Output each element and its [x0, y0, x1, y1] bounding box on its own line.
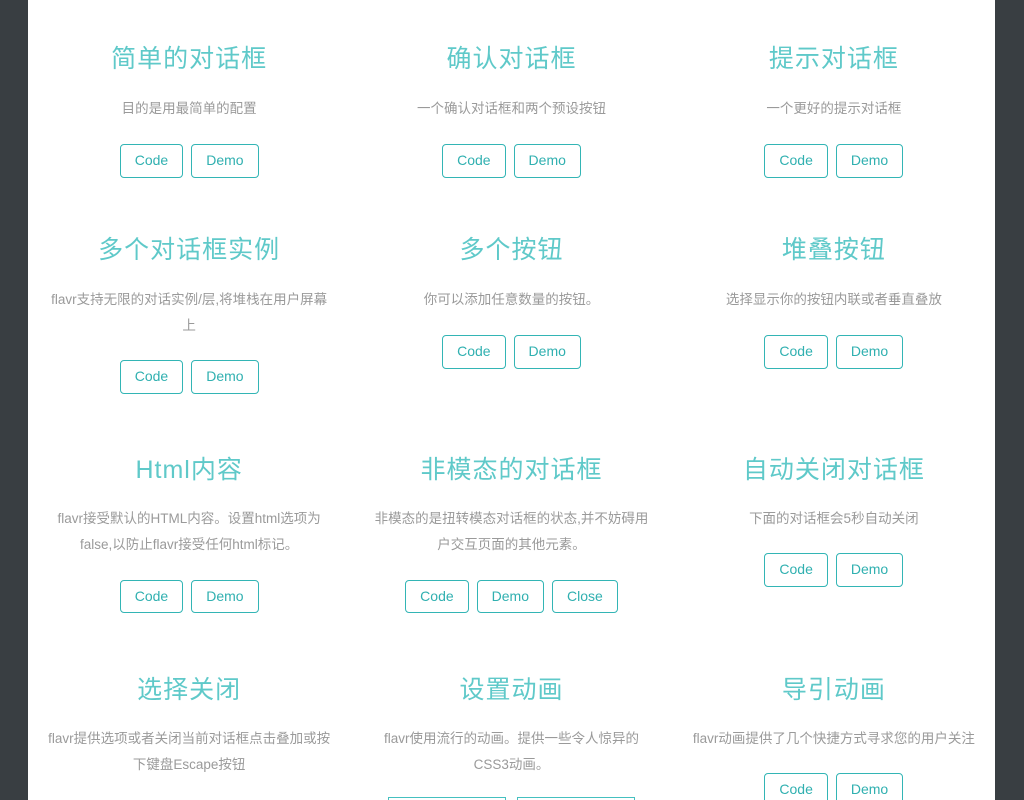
feature-card-set-animation: 设置动画 flavr使用流行的动画。提供一些令人惊异的CSS3动画。 bounc…	[350, 613, 672, 800]
feature-card-non-modal-dialog: 非模态的对话框 非模态的是扭转模态对话框的状态,并不妨碍用户交互页面的其他元素。…	[350, 394, 672, 614]
feature-row-2: 多个对话框实例 flavr支持无限的对话实例/层,将堆栈在用户屏幕上 Code …	[28, 178, 995, 394]
card-title: 选择关闭	[137, 676, 242, 705]
card-description: 选择显示你的按钮内联或者垂直叠放	[725, 291, 942, 307]
card-button-group: Code Demo	[687, 335, 981, 369]
card-description: 下面的对话框会5秒自动关闭	[749, 510, 919, 526]
feature-row-3: Html内容 flavr接受默认的HTML内容。设置html选项为false,以…	[28, 394, 995, 614]
demo-button[interactable]: Demo	[191, 360, 259, 394]
card-title: 非模态的对话框	[420, 455, 603, 484]
feature-card-guide-animation: 导引动画 flavr动画提供了几个快捷方式寻求您的用户关注 Code Demo	[673, 613, 995, 800]
demo-button[interactable]: Demo	[476, 579, 544, 614]
card-title: 多个对话框实例	[98, 235, 281, 264]
demo-button[interactable]: Demo	[835, 553, 904, 587]
feature-row-4: 选择关闭 flavr提供选项或者关闭当前对话框点击叠加或按下键盘Escape按钮…	[28, 613, 995, 800]
card-description: 一个确认对话框和两个预设按钮	[416, 101, 606, 116]
close-button[interactable]: Close	[552, 579, 618, 614]
feature-card-confirm-dialog: 确认对话框 一个确认对话框和两个预设按钮 Code Demo	[350, 0, 672, 178]
card-title: 堆叠按钮	[781, 235, 886, 264]
card-button-group: Code Demo Close	[364, 579, 658, 614]
card-description: 一个更好的提示对话框	[766, 101, 902, 116]
code-button[interactable]: Code	[119, 144, 184, 178]
demo-button[interactable]: Demo	[191, 579, 259, 614]
feature-card-stacked-buttons: 堆叠按钮 选择显示你的按钮内联或者垂直叠放 Code Demo	[673, 178, 995, 394]
demo-button[interactable]: Demo	[835, 773, 904, 800]
demo-button[interactable]: Demo	[835, 335, 904, 369]
card-description: 目的是用最简单的配置	[121, 101, 257, 116]
card-title: 简单的对话框	[111, 45, 268, 73]
card-title: 设置动画	[459, 676, 564, 705]
feature-card-multiple-instances: 多个对话框实例 flavr支持无限的对话实例/层,将堆栈在用户屏幕上 Code …	[28, 178, 350, 394]
feature-card-html-content: Html内容 flavr接受默认的HTML内容。设置html选项为false,以…	[28, 394, 350, 614]
demo-button[interactable]: Demo	[835, 144, 904, 178]
feature-card-prompt-dialog: 提示对话框 一个更好的提示对话框 Code Demo	[673, 0, 995, 178]
code-button[interactable]: Code	[764, 144, 828, 178]
card-button-group: Code Demo	[42, 579, 336, 614]
feature-card-select-close: 选择关闭 flavr提供选项或者关闭当前对话框点击叠加或按下键盘Escape按钮…	[28, 613, 350, 800]
demo-button[interactable]: Demo	[513, 144, 581, 178]
code-button[interactable]: Code	[119, 360, 184, 394]
code-button[interactable]: Code	[442, 335, 506, 369]
card-button-group: Code Demo	[42, 360, 336, 394]
card-description: flavr接受默认的HTML内容。设置html选项为false,以防止flavr…	[57, 510, 321, 553]
card-description: flavr提供选项或者关闭当前对话框点击叠加或按下键盘Escape按钮	[48, 731, 331, 773]
code-button[interactable]: Code	[119, 579, 184, 614]
card-description: 非模态的是扭转模态对话框的状态,并不妨碍用户交互页面的其他元素。	[374, 510, 649, 553]
code-button[interactable]: Code	[764, 335, 828, 369]
card-description: flavr支持无限的对话实例/层,将堆栈在用户屏幕上	[51, 291, 328, 334]
card-title: 自动关闭对话框	[742, 455, 925, 484]
feature-card-auto-close-dialog: 自动关闭对话框 下面的对话框会5秒自动关闭 Code Demo	[673, 394, 995, 613]
card-title: 确认对话框	[446, 45, 577, 73]
code-button[interactable]: Code	[442, 144, 506, 178]
demo-button[interactable]: Demo	[513, 335, 581, 369]
card-button-group: Code Demo	[687, 144, 981, 178]
card-description: flavr动画提供了几个快捷方式寻求您的用户关注	[692, 731, 975, 747]
feature-row-1: 简单的对话框 目的是用最简单的配置 Code Demo 确认对话框 一个确认对话…	[28, 0, 995, 178]
card-button-group: Code Demo	[364, 335, 658, 369]
code-button[interactable]: Code	[764, 553, 828, 587]
card-title: 多个按钮	[459, 235, 564, 264]
card-button-group: Code Demo	[42, 144, 336, 178]
card-button-group: Code Demo	[687, 553, 981, 587]
feature-card-multiple-buttons: 多个按钮 你可以添加任意数量的按钮。 Code Demo	[350, 178, 672, 394]
code-button[interactable]: Code	[405, 579, 469, 614]
card-title: 提示对话框	[768, 45, 899, 73]
feature-card-simple-dialog: 简单的对话框 目的是用最简单的配置 Code Demo	[28, 0, 350, 178]
card-description: flavr使用流行的动画。提供一些令人惊异的CSS3动画。	[383, 731, 639, 773]
card-title: 导引动画	[781, 676, 886, 705]
page-content: 简单的对话框 目的是用最简单的配置 Code Demo 确认对话框 一个确认对话…	[28, 0, 995, 800]
code-button[interactable]: Code	[764, 773, 828, 800]
demo-button[interactable]: Demo	[191, 144, 259, 178]
card-description: 你可以添加任意数量的按钮。	[423, 291, 600, 307]
card-button-group: Code Demo	[364, 144, 658, 178]
card-button-group: Code Demo	[687, 773, 981, 800]
card-title: Html内容	[135, 455, 243, 484]
